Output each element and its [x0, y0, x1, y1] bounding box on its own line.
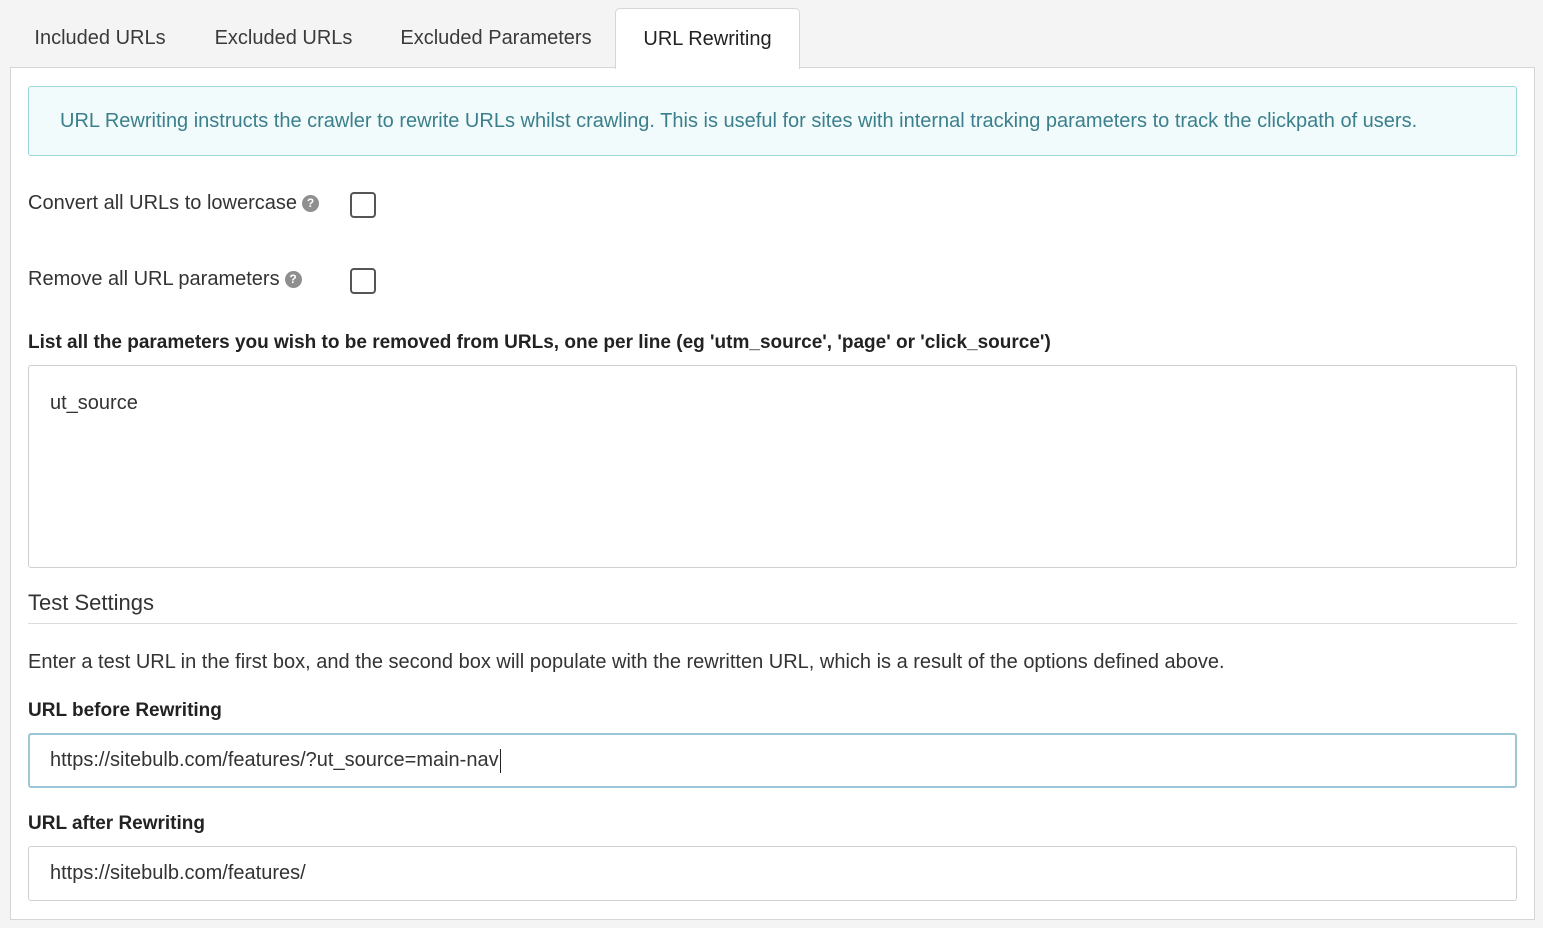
remove-params-checkbox[interactable] — [350, 268, 376, 294]
remove-params-label: Remove all URL parameters — [28, 268, 280, 290]
test-settings-description: Enter a test URL in the first box, and t… — [28, 651, 1225, 673]
params-list-textarea[interactable]: ut_source — [28, 365, 1517, 568]
question-circle-icon[interactable]: ? — [284, 271, 302, 288]
url-rewriting-panel: URL Rewriting instructs the crawler to r… — [10, 67, 1535, 920]
text-caret — [499, 748, 501, 773]
info-alert: URL Rewriting instructs the crawler to r… — [28, 86, 1517, 156]
url-after-input[interactable]: https://sitebulb.com/features/ — [28, 846, 1517, 901]
tab-excluded-urls[interactable]: Excluded URLs — [190, 8, 377, 68]
section-divider — [28, 623, 1517, 624]
lowercase-option: Convert all URLs to lowercase ? — [28, 192, 319, 215]
tab-included-urls[interactable]: Included URLs — [10, 8, 190, 68]
params-list-value: ut_source — [50, 392, 138, 414]
test-settings-title: Test Settings — [28, 590, 154, 615]
url-before-input[interactable]: https://sitebulb.com/features/?ut_source… — [28, 733, 1517, 788]
tab-url-rewriting[interactable]: URL Rewriting — [615, 8, 800, 69]
url-before-value: https://sitebulb.com/features/?ut_source… — [50, 749, 499, 771]
tab-bar: Included URLs Excluded URLs Excluded Par… — [10, 8, 1534, 69]
remove-params-option: Remove all URL parameters ? — [28, 268, 302, 291]
lowercase-label: Convert all URLs to lowercase — [28, 192, 297, 214]
question-circle-icon[interactable]: ? — [302, 195, 319, 212]
tab-excluded-parameters[interactable]: Excluded Parameters — [377, 8, 615, 68]
url-after-label: URL after Rewriting — [28, 813, 206, 834]
url-after-value: https://sitebulb.com/features/ — [50, 862, 306, 884]
info-alert-text: URL Rewriting instructs the crawler to r… — [60, 109, 1418, 132]
params-list-label: List all the parameters you wish to be r… — [28, 332, 1051, 353]
url-before-label: URL before Rewriting — [28, 700, 222, 721]
lowercase-checkbox[interactable] — [350, 192, 376, 218]
